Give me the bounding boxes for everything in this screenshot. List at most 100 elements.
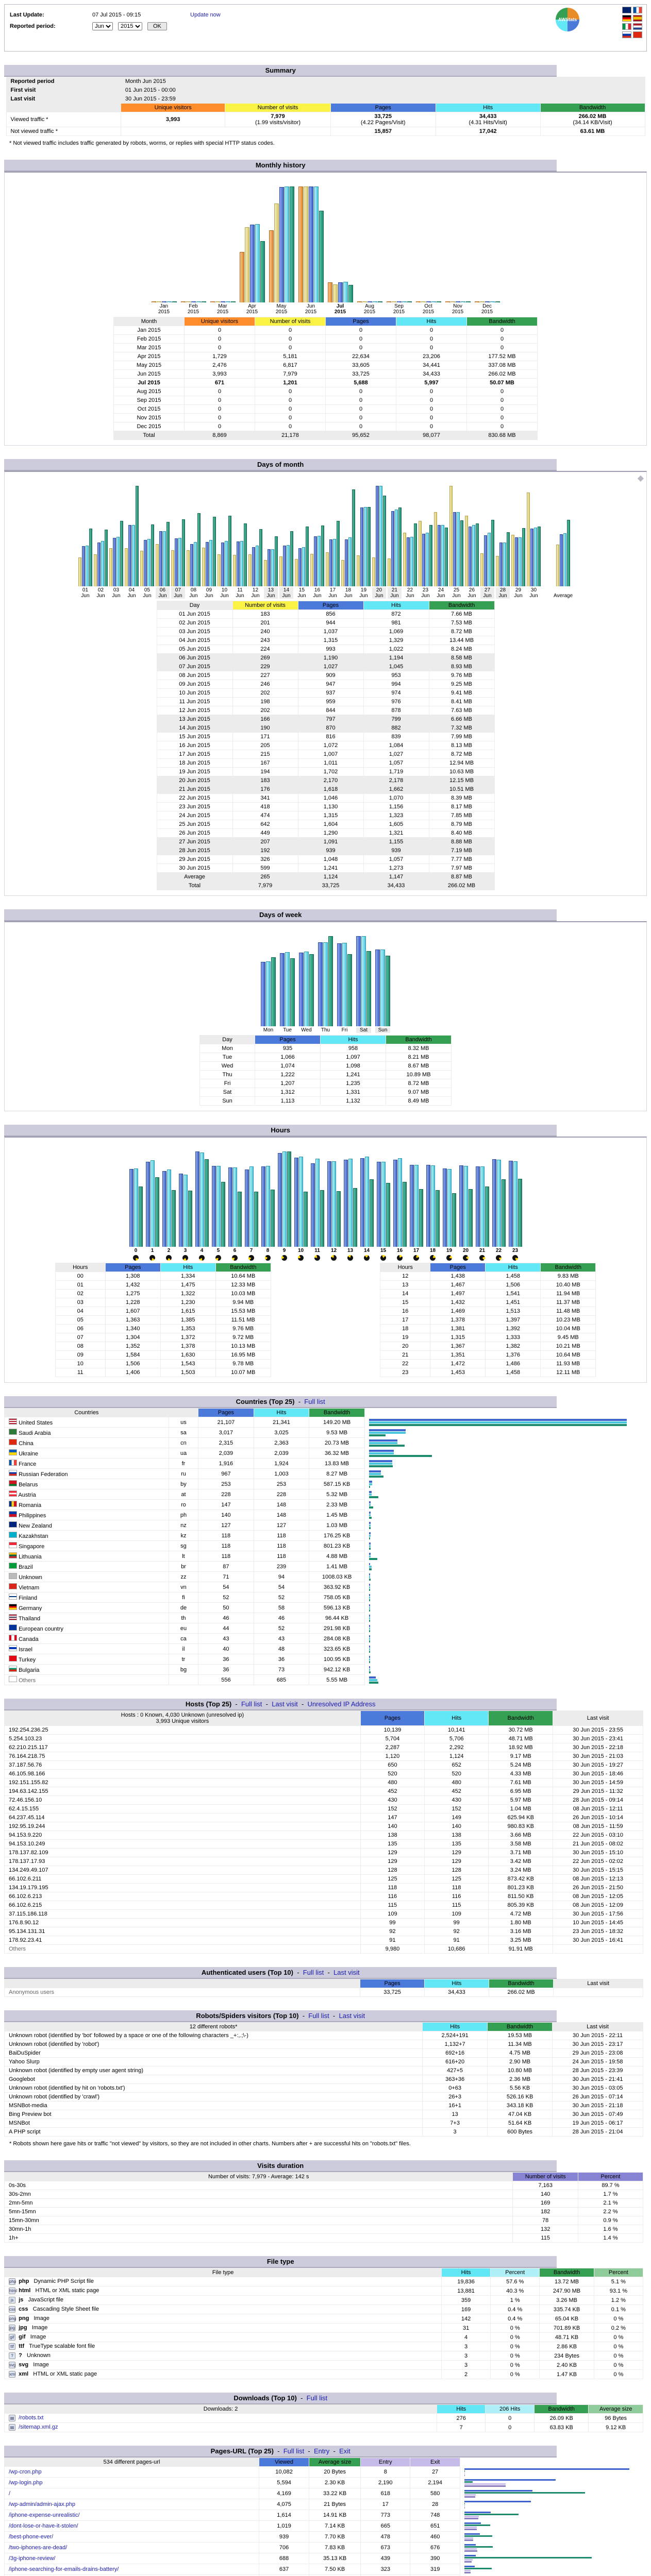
bandwidth-bar	[369, 1485, 370, 1488]
page-url-link[interactable]: /iphone-searching-for-emails-drains-batt…	[9, 2566, 119, 2572]
page-url-link[interactable]: /	[9, 2490, 10, 2497]
section-title: Authenticated users (Top 10)	[201, 1969, 293, 1976]
graph-options-icon[interactable]: ◆	[638, 473, 644, 483]
table-row: 194.63.142.155 452 452 6.95 MB 29 Jun 2015 -…	[4, 1787, 643, 1796]
pages-bar	[369, 1470, 381, 1472]
bar	[303, 1192, 308, 1247]
table-row: MSNBot-media 16+1 343.18 KB 30 Jun 2015 - 2…	[4, 2101, 643, 2110]
hits-bar	[369, 1524, 371, 1527]
download-link[interactable]: /sitemap.xml.gz	[19, 2424, 58, 2430]
ok-button[interactable]: OK	[147, 22, 167, 30]
pages-bar	[369, 1624, 370, 1627]
file-type-section: File type File type Hits Percent Bandwid…	[4, 2256, 647, 2379]
language-flag-icon-en[interactable]	[622, 7, 631, 13]
page-url-link[interactable]: /3g-iphone-review/	[9, 2555, 56, 2562]
page-url-link[interactable]: /iphone-expense-unrealistic/	[9, 2512, 80, 2518]
viewed-bar	[464, 2522, 481, 2524]
bar	[183, 1175, 188, 1247]
bandwidth-bar	[369, 1516, 372, 1519]
bandwidth-bar	[369, 1681, 379, 1684]
section-title: File type	[266, 2258, 294, 2265]
year-select[interactable]: 2015	[118, 22, 142, 30]
language-flag-icon-cn[interactable]	[633, 31, 642, 38]
page-url-link[interactable]: /wp-cron.php	[9, 2469, 42, 2475]
bar	[391, 301, 396, 302]
bar	[260, 241, 265, 302]
page-url-link[interactable]: /dont-lose-or-have-it-stolen/	[9, 2523, 78, 2529]
bar	[495, 301, 500, 302]
hosts-full-list-link[interactable]: Full list	[241, 1700, 262, 1708]
bar	[101, 541, 104, 586]
country-flag-icon	[9, 1460, 17, 1466]
bar	[341, 560, 344, 586]
page-url-link[interactable]: /best-phone-ever/	[9, 2534, 53, 2540]
hosts-last-visit-link[interactable]: Last visit	[272, 1700, 298, 1708]
country-flag-icon	[9, 1583, 17, 1589]
bar	[289, 187, 294, 302]
bar	[166, 522, 170, 586]
clock-icon	[331, 1255, 337, 1261]
pages-url-section: Pages-URL (Top 25) - Full list - Entry -…	[4, 2446, 647, 2576]
table-row: Kazakhstan kz 118 118 176.25 KB	[4, 1530, 643, 1541]
table-row: Thu 1,222 1,241 10.89 MB	[199, 1070, 452, 1079]
page-url-link[interactable]: /wp-admin/admin-ajax.php	[9, 2501, 75, 2507]
page-url-link[interactable]: /wp-login.php	[9, 2480, 42, 2486]
language-flag-icon-ru[interactable]	[622, 31, 631, 38]
bar	[487, 533, 491, 586]
language-flag-icon-fr[interactable]	[633, 7, 642, 13]
language-flag-icon-de[interactable]	[622, 15, 631, 22]
bar	[480, 1166, 485, 1247]
bar	[259, 529, 262, 586]
clock-icon	[232, 1255, 238, 1261]
bar	[190, 544, 193, 586]
month-select[interactable]: Jun	[92, 22, 113, 30]
last-update-label: Last Update:	[10, 12, 44, 18]
table-row: Anonymous users 33,725 34,433 266.02 MB	[4, 1988, 643, 1997]
bar	[522, 528, 525, 586]
bar	[511, 535, 514, 586]
table-row: 14 1,497 1,541 11.94 MB	[380, 1289, 596, 1298]
table-row: Turkey tr 36 36 100.95 KB	[4, 1654, 643, 1665]
table-row: 10 1,506 1,543 9.78 MB	[55, 1359, 271, 1368]
table-row: Mon 935 958 8.32 MB	[199, 1044, 452, 1053]
days-of-month-section: Days of month ◆ 01 Jun 02 Jun 03 Jun 04 Jun 05 Ju…	[4, 459, 647, 896]
pages-full-list-link[interactable]: Full list	[283, 2447, 304, 2455]
bar	[362, 301, 367, 302]
table-row: Unknown zz 71 94 1008.03 KB	[4, 1571, 643, 1582]
robots-last-visit-link[interactable]: Last visit	[339, 2012, 365, 2020]
exit-bar	[464, 2539, 473, 2541]
language-flag-icon-nl[interactable]	[633, 23, 642, 30]
bar	[445, 301, 450, 302]
table-row: Germany de 50 58 596.13 KB	[4, 1602, 643, 1613]
clock-icon	[298, 1255, 304, 1261]
bar	[319, 211, 324, 302]
language-flag-icon-es[interactable]	[633, 15, 642, 22]
avgsize-bar	[464, 2567, 492, 2569]
bar	[145, 1162, 150, 1247]
downloads-full-list-link[interactable]: Full list	[307, 2394, 327, 2402]
countries-full-list-link[interactable]: Full list	[304, 1398, 325, 1405]
bandwidth-bar	[369, 1506, 373, 1509]
pages-exit-link[interactable]: Exit	[339, 2447, 350, 2455]
hosts-unresolved-ip-link[interactable]: Unresolved IP Address	[308, 1700, 376, 1708]
bar	[393, 1160, 397, 1247]
table-row: A PHP script 3 600 Bytes 28 Jun 2015 - 21:0…	[4, 2127, 643, 2137]
auth-last-visit-link[interactable]: Last visit	[333, 1969, 360, 1976]
robots-full-list-link[interactable]: Full list	[308, 2012, 329, 2020]
auth-full-list-link[interactable]: Full list	[303, 1969, 324, 1976]
table-row: 16 1,469 1,513 11.48 MB	[380, 1307, 596, 1316]
bar	[225, 301, 230, 302]
bar	[204, 1159, 209, 1247]
page-url-link[interactable]: /two-iphones-are-dead/	[9, 2545, 67, 2551]
table-row: Bing Preview bot 13 47.04 KB 30 Jun 2015 - …	[4, 2110, 643, 2119]
bar	[285, 952, 290, 1026]
bar	[379, 486, 382, 586]
file-type-icon: js	[9, 2297, 15, 2303]
table-row: 00 1,308 1,334 10.64 MB	[55, 1272, 271, 1281]
pages-entry-link[interactable]: Entry	[314, 2447, 329, 2455]
download-link[interactable]: /robots.txt	[19, 2415, 43, 2421]
bar	[479, 301, 485, 302]
update-now-link[interactable]: Update now	[190, 12, 221, 18]
bar	[537, 527, 541, 586]
language-flag-icon-it[interactable]	[622, 23, 631, 30]
